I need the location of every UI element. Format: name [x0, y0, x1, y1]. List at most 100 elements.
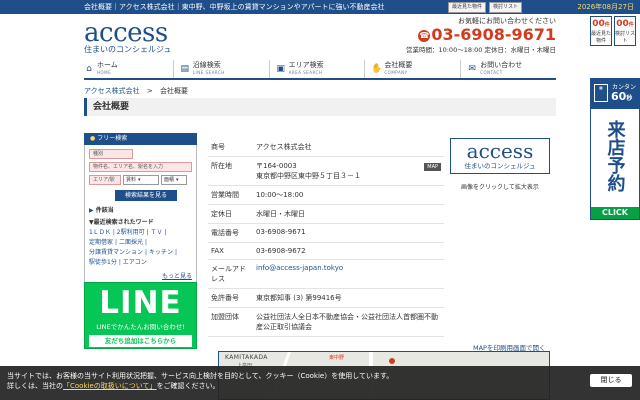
- watchlist-count: 00件: [616, 19, 634, 29]
- watchlist-link[interactable]: 検討リスト: [489, 2, 523, 13]
- enlarge-caption: 画像をクリックして拡大表示: [461, 184, 539, 191]
- watchlist-box[interactable]: 00件 検討リスト: [614, 16, 636, 46]
- tag-link[interactable]: キッチン: [149, 249, 173, 256]
- cookie-close-button[interactable]: 閉じる: [590, 374, 632, 387]
- table-row: 免許番号 東京都知事 (3) 第99416号: [208, 288, 444, 308]
- page-title: 会社概要: [84, 98, 556, 116]
- nav-home[interactable]: ⌂ ホーム HOME: [84, 60, 173, 78]
- row-value: アクセス株式会社: [253, 138, 444, 157]
- row-key: 営業時間: [208, 185, 253, 205]
- nav-contact-label: お問い合わせ: [480, 61, 523, 69]
- nav-area-search[interactable]: ▣ エリア検索 AREA SEARCH: [268, 60, 365, 78]
- breadcrumb-current: 会社概要: [160, 87, 188, 95]
- row-key: 商号: [208, 138, 253, 157]
- line-banner[interactable]: LINE LINEでかんたんお問い合わせ! 友だち追加はこちらから: [84, 282, 197, 349]
- company-logo-image[interactable]: access 住まいのコンシェルジュ: [450, 138, 550, 174]
- row-value: 東京都知事 (3) 第99416号: [253, 288, 444, 308]
- logo-word: access: [84, 18, 168, 48]
- cookie-text: 当サイトでは、お客様の当サイト利用状況把握、サービス向上検討を目的として、クッキ…: [7, 372, 394, 380]
- table-row: メールアドレス info@access-japan.tokyo: [208, 259, 444, 289]
- table-row: FAX 03-6908-9672: [208, 242, 444, 260]
- history-label: 最近見た物件: [591, 31, 612, 44]
- nav-contact[interactable]: ✉ お問い合わせ CONTACT: [460, 60, 556, 78]
- recent-words-title: ▼最近検索されたワード: [89, 219, 154, 226]
- row-key: FAX: [208, 242, 253, 260]
- history-count: 00件: [592, 19, 610, 29]
- header-tools: 最近見た物件 検討リスト: [448, 2, 523, 13]
- free-search-panel: ●フリー検索 種別 物件名、エリア名、駅名を入力 エリア/駅賃料面積 検索結果を…: [84, 133, 197, 286]
- map-label: 東中野: [329, 355, 345, 361]
- keyword-input[interactable]: 物件名、エリア名、駅名を入力: [89, 162, 192, 172]
- row-key: 加盟団体: [208, 307, 253, 337]
- calendar-icon: ▦: [594, 84, 608, 102]
- mail-icon: ✉: [468, 64, 476, 74]
- row-key: 電話番号: [208, 223, 253, 243]
- match-count: ▶ 件該当: [89, 207, 114, 214]
- nav-company[interactable]: ✋ 会社概要 COMPANY: [364, 60, 460, 78]
- row-key: メールアドレス: [208, 259, 253, 289]
- cookie-policy-link[interactable]: 「Cookieの取扱いについて」: [63, 382, 157, 390]
- nav-home-label: ホーム: [97, 61, 118, 69]
- header-contact: お気軽にお問い合わせください ☎ 03-6908-9671 営業時間：10:00〜…: [404, 16, 556, 54]
- row-value: info@access-japan.tokyo: [253, 259, 444, 289]
- nav-company-label: 会社概要: [384, 61, 413, 69]
- tag-link[interactable]: 駅徒歩1分: [89, 259, 117, 266]
- global-nav: ⌂ ホーム HOME ▤ 沿線検索 LINE SEARCH ▣ エリア検索 AREA …: [84, 60, 556, 80]
- history-box[interactable]: 00件 最近見た物件: [590, 16, 612, 46]
- tag-link[interactable]: ＴＶ: [151, 229, 163, 236]
- tag-link[interactable]: 二面採光: [119, 239, 143, 246]
- site-logo[interactable]: access 住まいのコンシェルジュ: [84, 20, 194, 55]
- email-link[interactable]: info@access-japan.tokyo: [256, 264, 343, 272]
- table-row: 営業時間 10:00〜18:00: [208, 185, 444, 205]
- search-icon: ●: [90, 135, 96, 142]
- top-bar: 会社概要｜アクセス株式会社｜東中野、中野坂上の賃貸マンションやアパートに強い不動…: [0, 0, 640, 14]
- tag-link[interactable]: 分譲賃貸マンション: [89, 249, 143, 256]
- company-table: 商号 アクセス株式会社 所在地 MAP 〒164-0003 東京都中野区東中野５丁目３－…: [208, 138, 444, 337]
- table-row: 定休日 水曜日・木曜日: [208, 204, 444, 224]
- search-submit-button[interactable]: 検索結果を見る: [115, 190, 177, 201]
- cookie-text-2a: 詳しくは、当社の: [7, 382, 63, 390]
- tag-link[interactable]: 定期借家: [89, 239, 113, 246]
- row-key: 所在地: [208, 156, 253, 186]
- company-logo-sub: 住まいのコンシェルジュ: [464, 162, 536, 170]
- top-bar-date: 2026年08月27日: [577, 3, 634, 11]
- home-icon: ⌂: [86, 64, 92, 74]
- tag-link[interactable]: エアコン: [123, 259, 147, 266]
- nav-line-label: 沿線検索: [192, 61, 221, 69]
- row-value: 公益社団法人全日本不動産協会・公益社団法人首都圏不動産公正取引協議会: [253, 307, 444, 337]
- row-value: 10:00〜18:00: [253, 185, 444, 205]
- type-field[interactable]: 種別: [89, 149, 133, 159]
- map-button[interactable]: MAP: [424, 163, 441, 171]
- recent-words: 1ＬＤＫ | 2駅利用可 | ＴＶ | 定期借家 | 二面採光 | 分譲賃貸マンション | …: [89, 229, 177, 266]
- bus-icon: ▣: [276, 64, 285, 74]
- handshake-icon: ✋: [371, 64, 383, 74]
- business-hours: 営業時間：10:00〜18:00 定休日：水曜日・木曜日: [405, 46, 556, 54]
- recent-viewed-link[interactable]: 最近見た物件: [448, 2, 487, 13]
- row-value: 水曜日・木曜日: [253, 204, 444, 224]
- logo-sub: 住まいのコンシェルジュ: [84, 45, 172, 54]
- line-banner-text: LINEでかんたんお問い合わせ!: [96, 323, 185, 331]
- area-size-select[interactable]: 面積: [161, 175, 187, 185]
- reserve-t2: 60秒: [611, 90, 633, 103]
- nav-line-search[interactable]: ▤ 沿線検索 LINE SEARCH: [172, 60, 269, 78]
- free-search-header: ● フリー検索: [84, 133, 197, 145]
- reserve-heading: 来店予約: [604, 120, 626, 192]
- tag-link[interactable]: 2駅利用可: [117, 229, 145, 236]
- phone-icon: ☎: [418, 29, 431, 42]
- nav-area-label: エリア検索: [288, 61, 324, 69]
- table-row: 電話番号 03-6908-9671: [208, 223, 444, 243]
- tag-link[interactable]: 1ＬＤＫ: [89, 229, 111, 236]
- breadcrumb-sep: >: [146, 87, 153, 95]
- map-label: KAMITAKADA: [225, 354, 268, 361]
- table-row: 加盟団体 公益社団法人全日本不動産協会・公益社団法人首都圏不動産公正取引協議会: [208, 307, 444, 337]
- company-logo-word: access: [466, 139, 534, 163]
- more-link[interactable]: もっと見る: [89, 271, 192, 280]
- breadcrumb-home[interactable]: アクセス株式会社: [84, 87, 140, 95]
- tel-number[interactable]: ☎ 03-6908-9671: [404, 26, 556, 44]
- tel-value: 03-6908-9671: [431, 25, 556, 44]
- price-select[interactable]: 賃料: [123, 175, 159, 185]
- visit-reserve-banner[interactable]: ▦ カンタン 60秒 来店予約 CLICK: [590, 78, 640, 220]
- train-icon: ▤: [180, 64, 190, 74]
- cookie-banner: 当サイトでは、お客様の当サイト利用状況把握、サービス向上検討を目的として、クッキ…: [0, 366, 640, 400]
- area-field[interactable]: エリア/駅: [89, 175, 121, 185]
